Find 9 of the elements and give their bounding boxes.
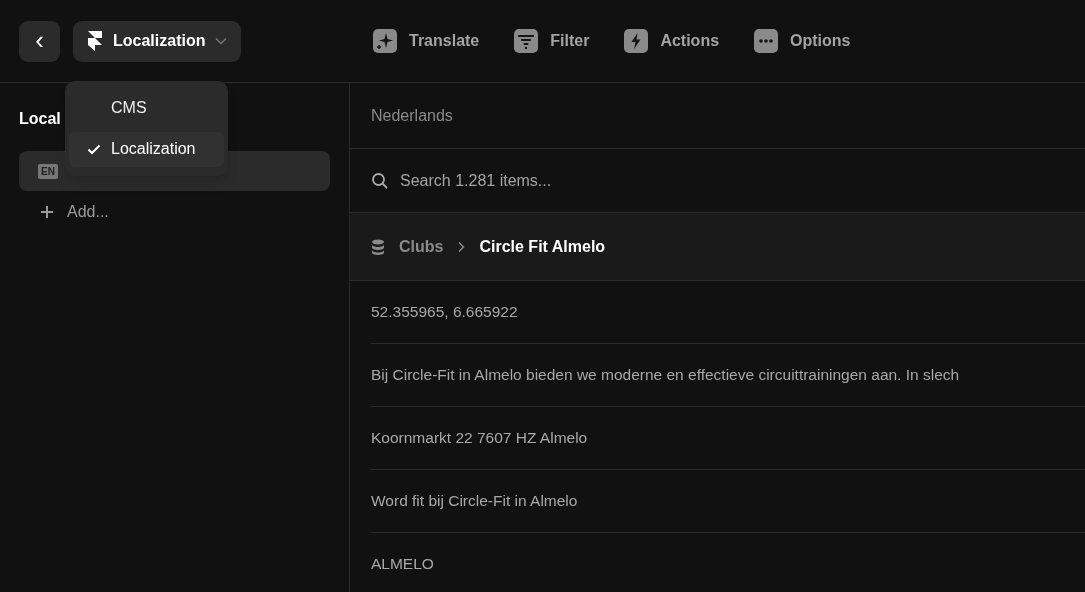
field-value: 52.355965, 6.665922 bbox=[371, 302, 518, 323]
sidebar-title: Local bbox=[19, 109, 61, 129]
language-badge: EN bbox=[38, 163, 58, 179]
field-value: Koornmarkt 22 7607 HZ Almelo bbox=[371, 428, 588, 449]
locale-heading: Nederlands bbox=[371, 105, 453, 126]
field-value: Word fit bij Circle-Fit in Almelo bbox=[371, 491, 578, 512]
field-value: ALMELO bbox=[371, 554, 434, 575]
breadcrumb-item: Circle Fit Almelo bbox=[479, 236, 606, 257]
field-value: Bij Circle-Fit in Almelo bieden we moderne en effectieve circuittrainingen aan. In slech bbox=[371, 365, 960, 386]
